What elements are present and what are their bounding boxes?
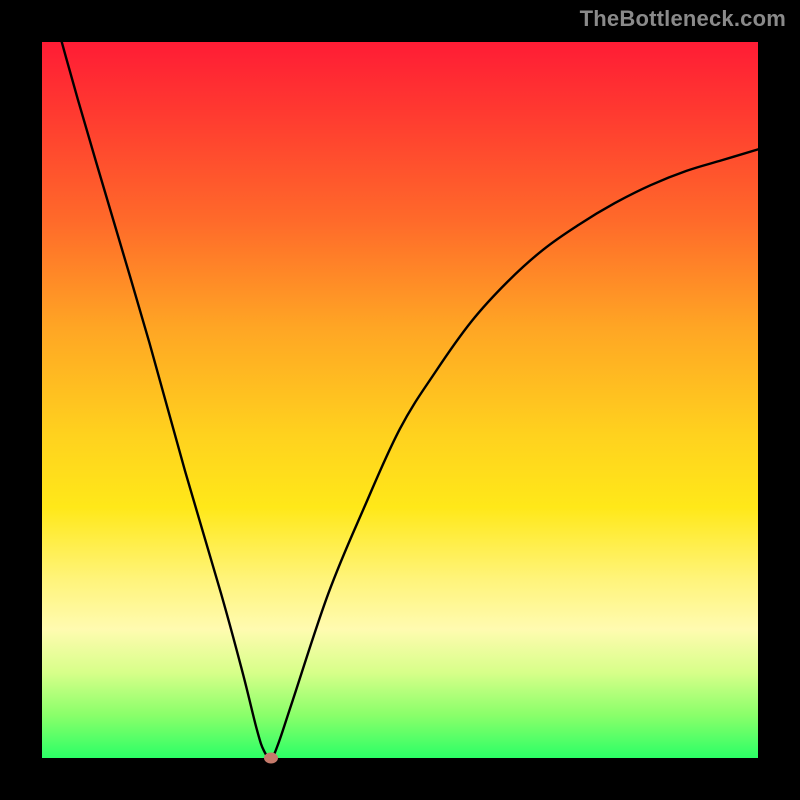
chart-frame: TheBottleneck.com xyxy=(0,0,800,800)
bottleneck-curve xyxy=(42,42,758,758)
optimal-point-marker xyxy=(264,753,278,764)
watermark-text: TheBottleneck.com xyxy=(580,6,786,32)
plot-area xyxy=(42,42,758,758)
